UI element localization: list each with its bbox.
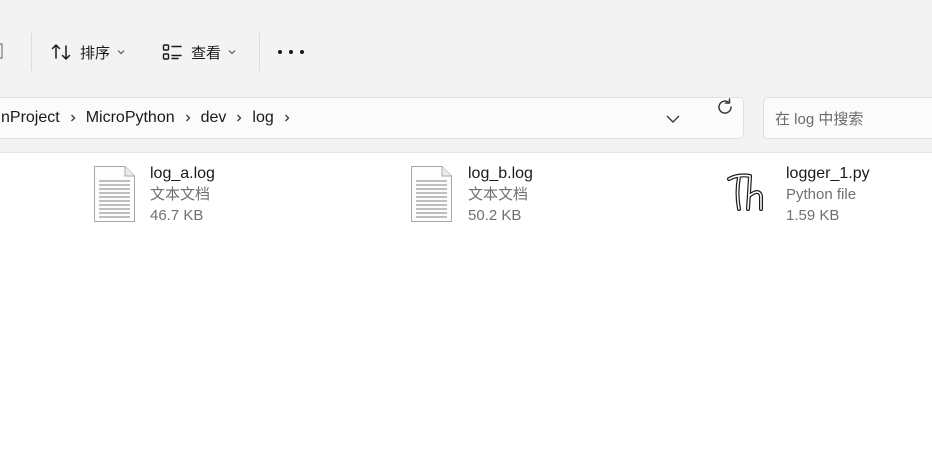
view-layout-icon [161,41,183,63]
view-button[interactable]: 查看 [161,38,237,66]
file-size: 1.59 KB [786,207,840,224]
breadcrumb-item-log[interactable]: log [252,109,273,127]
file-type: 文本文档 [150,186,211,203]
text-document-icon [411,166,452,222]
chevron-down-icon [227,47,237,57]
python-file-icon [727,173,763,211]
chevron-down-icon[interactable] [663,110,683,128]
chevron-right-icon[interactable] [175,113,201,123]
file-name: logger_1.py [786,165,870,182]
search-box [763,97,932,139]
file-type: 文本文档 [468,186,529,203]
sort-label: 排序 [80,44,111,62]
chevron-right-icon[interactable] [226,113,252,123]
toolbar-separator [259,33,260,71]
sort-arrows-icon [50,41,72,63]
chevron-down-icon [116,47,126,57]
file-name: log_a.log [150,165,215,182]
text-document-icon [94,166,135,222]
toolbar-separator [31,33,32,71]
breadcrumb-item-micropython[interactable]: MicroPython [86,109,175,127]
file-type: Python file [786,186,857,203]
file-size: 50.2 KB [468,207,522,224]
partial-toolbar-icon[interactable] [0,41,6,61]
view-label: 查看 [191,44,222,62]
sort-button[interactable]: 排序 [50,38,126,66]
command-bar: 排序 查看 [0,0,932,86]
file-size: 46.7 KB [150,207,204,224]
more-options-icon[interactable] [278,42,304,62]
breadcrumb-item-project[interactable]: nProject [1,109,60,127]
file-meta: log_b.log 文本文档 50.2 KB [468,164,533,226]
breadcrumb: nProject MicroPython dev log [1,98,300,138]
file-meta: logger_1.py Python file 1.59 KB [786,164,870,226]
chevron-right-icon[interactable] [274,113,300,123]
breadcrumb-item-dev[interactable]: dev [201,109,227,127]
address-bar[interactable]: nProject MicroPython dev log [0,97,744,139]
search-input[interactable] [773,108,927,130]
chevron-right-icon[interactable] [60,113,86,123]
file-name: log_b.log [468,165,533,182]
address-row: nProject MicroPython dev log [0,86,932,153]
refresh-icon[interactable] [714,96,736,118]
file-meta: log_a.log 文本文档 46.7 KB [150,164,215,226]
